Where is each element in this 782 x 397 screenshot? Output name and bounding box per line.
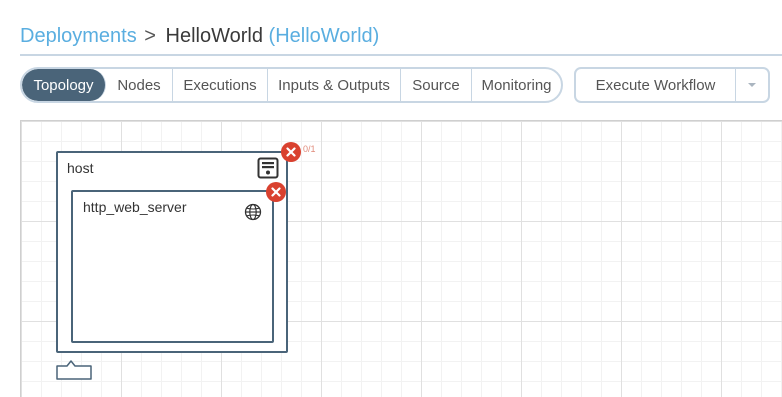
tab-inputs-outputs[interactable]: Inputs & Outputs bbox=[268, 69, 401, 101]
caret-down-icon bbox=[748, 83, 756, 87]
web-server-error-icon[interactable] bbox=[266, 182, 286, 202]
breadcrumb-deployments-link[interactable]: Deployments bbox=[20, 25, 137, 47]
host-error-icon[interactable] bbox=[281, 142, 301, 162]
host-node[interactable]: host http_web_server bbox=[56, 151, 288, 353]
deployment-name: HelloWorld bbox=[165, 25, 263, 47]
close-icon bbox=[286, 147, 296, 157]
server-icon bbox=[257, 157, 279, 179]
topology-canvas[interactable]: host http_web_server 0/1 bbox=[20, 120, 782, 397]
header-divider bbox=[20, 54, 782, 56]
http-web-server-node[interactable]: http_web_server bbox=[71, 190, 274, 343]
tab-topology[interactable]: Topology bbox=[22, 69, 106, 101]
breadcrumb: Deployments > HelloWorld (HelloWorld) bbox=[20, 22, 379, 50]
close-icon bbox=[271, 187, 281, 197]
tab-bar: Topology Nodes Executions Inputs & Outpu… bbox=[20, 67, 563, 103]
tab-source[interactable]: Source bbox=[401, 69, 472, 101]
tab-executions[interactable]: Executions bbox=[173, 69, 268, 101]
execute-workflow-dropdown[interactable] bbox=[736, 69, 768, 101]
node-connector-tab[interactable] bbox=[56, 360, 92, 380]
execute-workflow-control: Execute Workflow bbox=[574, 67, 770, 103]
host-instance-count: 0/1 bbox=[303, 144, 316, 154]
tab-monitoring[interactable]: Monitoring bbox=[472, 69, 561, 101]
host-node-label: host bbox=[67, 160, 94, 176]
tab-nodes[interactable]: Nodes bbox=[106, 69, 173, 101]
execute-workflow-button[interactable]: Execute Workflow bbox=[576, 69, 736, 101]
web-server-node-label: http_web_server bbox=[83, 199, 187, 215]
blueprint-name: (HelloWorld) bbox=[268, 25, 380, 47]
globe-icon bbox=[244, 203, 262, 221]
breadcrumb-separator: > bbox=[144, 25, 156, 47]
